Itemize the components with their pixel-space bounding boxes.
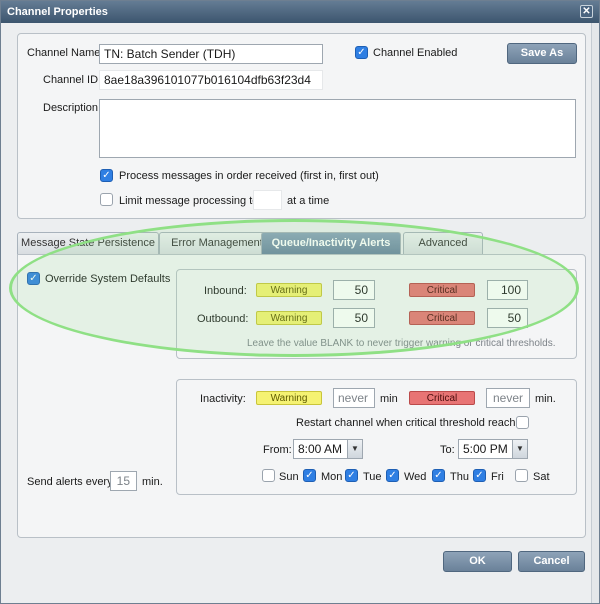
from-label: From: [263, 444, 292, 456]
day-sat-checkbox[interactable] [515, 469, 528, 482]
to-time-select[interactable]: 5:00 PM ▼ [458, 439, 528, 459]
day-sun-label: Sun [279, 471, 299, 483]
limit-processing-field[interactable] [253, 190, 282, 210]
description-field[interactable] [99, 99, 576, 158]
limit-processing-label: Limit message processing to [119, 195, 259, 207]
from-time-value: 8:00 AM [298, 442, 343, 456]
channel-name-field[interactable]: TN: Batch Sender (TDH) [99, 44, 323, 64]
description-label: Description: [43, 102, 102, 114]
channel-enabled-label: Channel Enabled [373, 47, 458, 59]
highlight-ellipse [9, 219, 579, 357]
process-in-order-label: Process messages in order received (firs… [119, 170, 379, 182]
channel-id-value: 8ae18a396101077b016104dfb63f23d4 [99, 70, 323, 90]
day-sun-checkbox[interactable] [262, 469, 275, 482]
to-time-value: 5:00 PM [463, 442, 508, 456]
limit-processing-checkbox[interactable] [100, 193, 113, 206]
channel-id-label: Channel ID: [43, 74, 102, 86]
day-wed-checkbox[interactable]: ✓ [386, 469, 399, 482]
day-sat-label: Sat [533, 471, 550, 483]
to-label: To: [440, 444, 455, 456]
window-title: Channel Properties [7, 6, 108, 18]
day-fri-checkbox[interactable]: ✓ [473, 469, 486, 482]
to-chevron-down-icon[interactable]: ▼ [512, 440, 527, 458]
from-time-select[interactable]: 8:00 AM ▼ [293, 439, 363, 459]
restart-channel-checkbox[interactable] [516, 416, 529, 429]
inactivity-warning-tag: Warning [256, 391, 322, 405]
day-tue-label: Tue [363, 471, 382, 483]
day-wed-label: Wed [404, 471, 427, 483]
process-in-order-checkbox[interactable]: ✓ [100, 169, 113, 182]
inactivity-label: Inactivity: [200, 393, 246, 405]
send-alerts-label: Send alerts every [27, 476, 113, 488]
send-alerts-unit: min. [142, 476, 163, 488]
cancel-button[interactable]: Cancel [518, 551, 585, 572]
send-alerts-field[interactable]: 15 [110, 471, 137, 491]
day-thu-checkbox[interactable]: ✓ [432, 469, 445, 482]
channel-name-label: Channel Name: [27, 47, 104, 59]
day-thu-label: Thu [450, 471, 469, 483]
channel-enabled-checkbox[interactable]: ✓ [355, 46, 368, 59]
inactivity-warning-field[interactable]: never [333, 388, 375, 408]
day-mon-label: Mon [321, 471, 343, 483]
channel-properties-window: Channel Properties ✕ Channel Name: TN: B… [0, 0, 600, 604]
restart-channel-label: Restart channel when critical threshold … [296, 417, 528, 429]
close-icon[interactable]: ✕ [580, 5, 593, 18]
inactivity-critical-unit: min. [535, 393, 556, 405]
save-as-button[interactable]: Save As [507, 43, 577, 64]
day-fri-label: Fri [491, 471, 504, 483]
inactivity-critical-field[interactable]: never [486, 388, 530, 408]
from-chevron-down-icon[interactable]: ▼ [347, 440, 362, 458]
inactivity-warning-unit: min [380, 393, 398, 405]
inactivity-critical-tag: Critical [409, 391, 475, 405]
day-mon-checkbox[interactable]: ✓ [303, 469, 316, 482]
day-tue-checkbox[interactable]: ✓ [345, 469, 358, 482]
window-scrollbar[interactable] [591, 23, 599, 603]
ok-button[interactable]: OK [443, 551, 512, 572]
title-bar[interactable]: Channel Properties ✕ [1, 1, 599, 23]
limit-processing-suffix: at a time [287, 195, 330, 207]
